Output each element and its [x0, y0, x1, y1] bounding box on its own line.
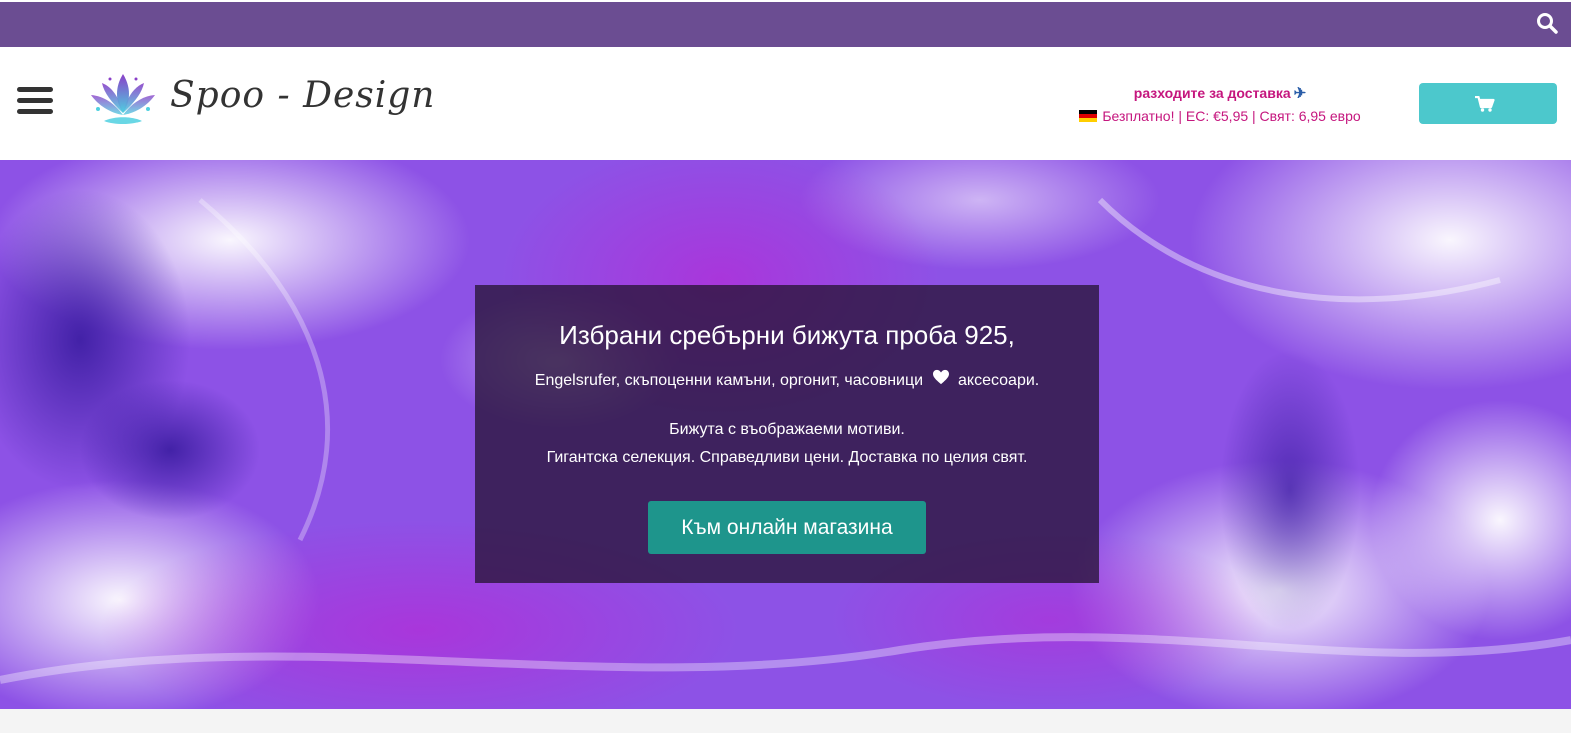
hero-heading: Избрани сребърни бижута проба 925, [559, 320, 1015, 350]
online-shop-button[interactable]: Към онлайн магазина [648, 501, 926, 554]
heart-icon [932, 369, 949, 385]
hero-line-1-text: Engelsrufer, скъпоценни камъни, оргонит,… [534, 372, 924, 389]
hero-text-panel: Избрани сребърни бижута проба 925, Engel… [475, 285, 1099, 583]
hero-line-3: Гигантска селекция. Справедливи цени. До… [546, 449, 1028, 466]
hero-line-2: Бижута с въображаеми мотиви. [669, 421, 905, 438]
top-bar [0, 0, 1571, 47]
germany-flag-icon [1079, 110, 1098, 122]
shipping-info: разходите за доставка ✈ Безплатно! | ЕС: … [1040, 83, 1400, 128]
shipping-details: Безплатно! | ЕС: €5,95 | Свят: 6,95 евро [1102, 108, 1361, 124]
brand-name[interactable]: Spoo - Design [170, 75, 436, 116]
hamburger-menu-icon[interactable] [17, 87, 53, 119]
lotus-logo-icon[interactable] [88, 69, 158, 135]
cart-button[interactable] [1419, 83, 1557, 124]
hero-line-1-end: аксесоари. [958, 372, 1040, 389]
search-icon[interactable] [1535, 11, 1559, 35]
page-bottom-strip [0, 709, 1571, 733]
airplane-icon: ✈ [1293, 85, 1307, 102]
site-header: Spoo - Design разходите за доставка ✈ Без… [0, 47, 1571, 160]
shipping-title: разходите за доставка [1133, 85, 1291, 101]
shopping-cart-icon [1475, 96, 1495, 112]
